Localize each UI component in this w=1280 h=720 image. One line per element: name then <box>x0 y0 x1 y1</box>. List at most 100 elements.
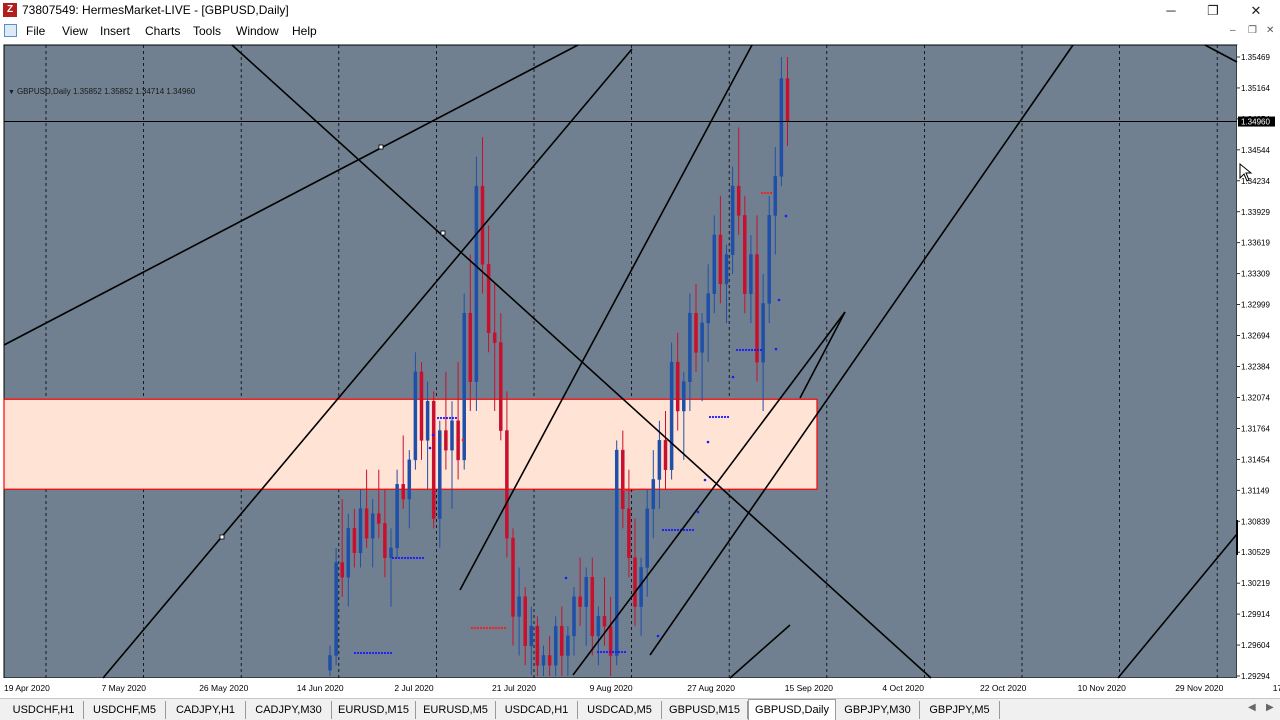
y-tick-label: 1.32074 <box>1241 393 1270 402</box>
indicator-dot <box>488 626 492 630</box>
indicator-dot <box>696 510 700 514</box>
indicator-dot <box>485 626 489 630</box>
indicator-dot <box>356 651 360 655</box>
tab-usdcad-m5[interactable]: USDCAD,M5 <box>578 701 662 719</box>
y-tick-label: 1.32384 <box>1241 363 1270 372</box>
indicator-dot <box>744 348 748 352</box>
candle-body <box>706 293 710 324</box>
chart-minimize-button[interactable]: ‒ <box>1230 25 1236 36</box>
tab-gbpusd-daily[interactable]: GBPUSD,Daily <box>748 699 836 720</box>
candle-body <box>682 381 686 412</box>
close-button[interactable]: ✕ <box>1235 0 1277 21</box>
menu-tools[interactable]: Tools <box>193 24 221 38</box>
y-tick-label: 1.35469 <box>1241 53 1270 62</box>
indicator-dot <box>470 626 474 630</box>
menu-view[interactable]: View <box>62 24 88 38</box>
candle-body <box>614 449 619 656</box>
candle-body <box>535 625 540 666</box>
menu-insert[interactable]: Insert <box>100 24 130 38</box>
candle-body <box>718 234 723 285</box>
tab-eurusd-m5[interactable]: EURUSD,M5 <box>416 701 496 719</box>
indicator-dot <box>564 576 568 580</box>
menu-help[interactable]: Help <box>292 24 317 38</box>
chart-close-button[interactable]: ✕ <box>1266 25 1274 36</box>
indicator-dot <box>389 651 393 655</box>
x-tick-label: 21 Jul 2020 <box>492 683 536 693</box>
indicator-dot <box>611 650 615 654</box>
candle-body <box>419 371 424 441</box>
indicator-dot <box>421 556 425 560</box>
candle-body <box>755 254 759 363</box>
indicator-dot <box>397 556 401 560</box>
y-tick-label: 1.31454 <box>1241 455 1270 464</box>
chart-window[interactable]: 1.354691.351641.348541.345441.342341.339… <box>0 41 1280 698</box>
indicator-dot <box>386 651 390 655</box>
candle-body <box>651 479 656 510</box>
chart-restore-button[interactable]: ❐ <box>1248 25 1257 36</box>
indicator-dot <box>503 626 507 630</box>
candle-body <box>743 215 747 294</box>
tab-scroll-right-icon[interactable]: ▶ <box>1266 702 1274 713</box>
tab-cadjpy-h1[interactable]: CADJPY,H1 <box>166 701 246 719</box>
candle-body <box>431 400 436 519</box>
indicator-dot <box>766 191 770 195</box>
tab-eurusd-m15[interactable]: EURUSD,M15 <box>332 701 416 719</box>
candle-body <box>352 528 357 554</box>
candle-body <box>566 635 570 656</box>
tab-usdchf-m5[interactable]: USDCHF,M5 <box>84 701 166 719</box>
indicator-dot <box>682 528 686 532</box>
indicator-dot <box>377 651 381 655</box>
tab-cadjpy-m30[interactable]: CADJPY,M30 <box>246 701 332 719</box>
candle-body <box>688 312 692 382</box>
indicator-dot <box>760 191 764 195</box>
tab-usdcad-h1[interactable]: USDCAD,H1 <box>496 701 578 719</box>
tab-gbpjpy-m30[interactable]: GBPJPY,M30 <box>836 701 920 719</box>
price-chart[interactable]: 1.354691.351641.348541.345441.342341.339… <box>0 41 1280 698</box>
indicator-dot <box>685 528 689 532</box>
x-tick-label: 26 May 2020 <box>199 683 248 693</box>
indicator-dot <box>599 650 603 654</box>
indicator-dot <box>620 650 624 654</box>
candle-body <box>523 596 527 646</box>
indicator-dot <box>431 433 435 437</box>
indicator-dot <box>617 650 621 654</box>
candle-body <box>785 78 790 122</box>
candle-body <box>401 484 405 500</box>
tab-usdchf-h1[interactable]: USDCHF,H1 <box>4 701 84 719</box>
app-logo-icon: Z <box>3 3 17 17</box>
candle-body <box>425 400 430 441</box>
candle-body <box>505 430 509 539</box>
trend-line-anchor <box>378 144 384 150</box>
menu-window[interactable]: Window <box>236 24 279 38</box>
y-tick-label: 1.32694 <box>1241 332 1270 341</box>
candle-body <box>389 547 393 558</box>
minimize-button[interactable]: ─ <box>1150 0 1192 21</box>
indicator-dot <box>628 488 632 492</box>
indicator-dot <box>670 528 674 532</box>
candle-body <box>413 371 418 461</box>
candle-body <box>438 430 442 519</box>
candle-body <box>578 596 582 607</box>
indicator-dot <box>714 415 718 419</box>
indicator-dot <box>664 528 668 532</box>
x-tick-label: 17 Dec 2020 <box>1273 683 1280 693</box>
tab-gbpusd-m15[interactable]: GBPUSD,M15 <box>662 701 748 719</box>
menu-file[interactable]: File <box>26 24 45 38</box>
menu-bar: File View Insert Charts Tools Window Hel… <box>0 21 1280 41</box>
chart-tabs-bar: USDCHF,H1 USDCHF,M5 CADJPY,H1 CADJPY,M30… <box>0 698 1280 720</box>
chart-window-icon[interactable] <box>4 24 17 37</box>
candle-body <box>407 459 412 500</box>
tab-scroll-left-icon[interactable]: ◀ <box>1248 702 1256 713</box>
indicator-dot <box>491 626 495 630</box>
candle-body <box>779 78 784 177</box>
candle-body <box>395 484 399 549</box>
candle-body <box>486 264 491 334</box>
candle-body <box>730 185 735 255</box>
candle-body <box>492 332 497 343</box>
y-tick-label: 1.33309 <box>1241 270 1270 279</box>
menu-charts[interactable]: Charts <box>145 24 180 38</box>
tab-gbpjpy-m5[interactable]: GBPJPY,M5 <box>920 701 1000 719</box>
restore-button[interactable]: ❐ <box>1192 0 1234 21</box>
x-tick-label: 15 Sep 2020 <box>785 683 833 693</box>
indicator-dot <box>383 651 387 655</box>
